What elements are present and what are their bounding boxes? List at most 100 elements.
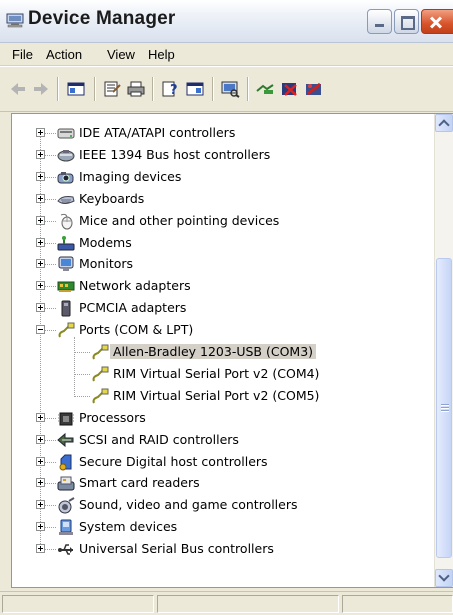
tree-category-row[interactable]: IDE ATA/ATAPI controllers bbox=[12, 122, 432, 144]
tree-connector-line bbox=[74, 395, 90, 397]
expand-button[interactable] bbox=[36, 215, 45, 225]
forward-icon[interactable] bbox=[31, 80, 51, 98]
menu-help[interactable]: Help bbox=[148, 47, 175, 62]
expand-button[interactable] bbox=[36, 237, 45, 247]
tree-category-row[interactable]: SCSI and RAID controllers bbox=[12, 429, 432, 451]
tree-child-row[interactable]: RIM Virtual Serial Port v2 (COM4) bbox=[12, 363, 432, 385]
expand-button[interactable] bbox=[36, 303, 45, 313]
network-card-icon bbox=[57, 281, 75, 293]
disable-icon[interactable] bbox=[304, 80, 324, 98]
expand-button[interactable] bbox=[36, 544, 45, 554]
device-tree[interactable]: IDE ATA/ATAPI controllers IEEE 1394 Bus h… bbox=[12, 114, 432, 587]
expand-button[interactable] bbox=[36, 478, 45, 488]
tree-category-row[interactable]: Network adapters bbox=[12, 275, 432, 297]
expand-button[interactable] bbox=[36, 500, 45, 510]
tree-item-label[interactable]: Universal Serial Bus controllers bbox=[79, 541, 274, 556]
port-connector-icon bbox=[92, 388, 109, 404]
tree-category-row[interactable]: PCMCIA adapters bbox=[12, 297, 432, 319]
toolbar-separator bbox=[212, 77, 213, 101]
toolbar-separator bbox=[152, 77, 153, 101]
menu-file[interactable]: File bbox=[12, 47, 33, 62]
tree-item-label[interactable]: Sound, video and game controllers bbox=[79, 497, 298, 512]
expand-button[interactable] bbox=[36, 456, 45, 466]
firewire-icon bbox=[57, 149, 75, 162]
processor-icon bbox=[58, 412, 74, 426]
show-hide-action-pane-icon[interactable] bbox=[185, 80, 205, 98]
tree-child-row[interactable]: RIM Virtual Serial Port v2 (COM5) bbox=[12, 385, 432, 407]
tree-category-row[interactable]: Smart card readers bbox=[12, 472, 432, 494]
expand-button[interactable] bbox=[36, 171, 45, 181]
menu-action[interactable]: Action bbox=[46, 47, 82, 62]
print-icon[interactable] bbox=[126, 80, 146, 98]
device-tree-pane[interactable]: IDE ATA/ATAPI controllers IEEE 1394 Bus h… bbox=[11, 113, 453, 588]
tree-category-row[interactable]: Sound, video and game controllers bbox=[12, 494, 432, 516]
scan-hardware-changes-icon[interactable] bbox=[220, 80, 240, 98]
expand-button[interactable] bbox=[36, 434, 45, 444]
tree-category-row[interactable]: Mice and other pointing devices bbox=[12, 210, 432, 232]
menu-bar: File Action View Help bbox=[0, 43, 453, 66]
tree-item-label[interactable]: Keyboards bbox=[79, 191, 144, 206]
tree-category-row[interactable]: Modems bbox=[12, 232, 432, 254]
toolbar: ? bbox=[0, 66, 453, 112]
status-cell bbox=[2, 595, 154, 613]
tree-item-label[interactable]: RIM Virtual Serial Port v2 (COM4) bbox=[113, 366, 319, 381]
tree-item-label[interactable]: Mice and other pointing devices bbox=[79, 213, 279, 228]
tree-category-row[interactable]: Processors bbox=[12, 407, 432, 429]
close-button[interactable] bbox=[421, 9, 453, 34]
tree-category-row[interactable]: System devices bbox=[12, 516, 432, 538]
tree-item-label[interactable]: Ports (COM & LPT) bbox=[79, 322, 193, 337]
expand-button[interactable] bbox=[36, 193, 45, 203]
scroll-thumb[interactable] bbox=[436, 258, 452, 558]
properties-icon[interactable] bbox=[102, 80, 122, 98]
tree-item-label[interactable]: Secure Digital host controllers bbox=[79, 454, 268, 469]
expand-button[interactable] bbox=[36, 522, 45, 532]
tree-category-row[interactable]: Imaging devices bbox=[12, 166, 432, 188]
tree-item-label[interactable]: Network adapters bbox=[79, 278, 191, 293]
back-icon[interactable] bbox=[8, 80, 28, 98]
tree-item-label[interactable]: IDE ATA/ATAPI controllers bbox=[79, 125, 235, 140]
tree-category-row[interactable]: Monitors bbox=[12, 253, 432, 275]
tree-category-row[interactable]: Universal Serial Bus controllers bbox=[12, 538, 432, 560]
tree-category-row[interactable]: Secure Digital host controllers bbox=[12, 451, 432, 473]
port-connector-icon bbox=[58, 322, 75, 338]
tree-item-label[interactable]: Imaging devices bbox=[79, 169, 181, 184]
expand-button[interactable] bbox=[36, 128, 45, 137]
tree-category-row[interactable]: Ports (COM & LPT) bbox=[12, 319, 432, 341]
help-icon[interactable]: ? bbox=[160, 80, 180, 98]
tree-category-row[interactable]: IEEE 1394 Bus host controllers bbox=[12, 144, 432, 166]
camera-icon bbox=[57, 171, 74, 184]
tree-item-label[interactable]: Modems bbox=[79, 235, 132, 250]
scroll-up-button[interactable] bbox=[435, 114, 453, 132]
vertical-scrollbar[interactable] bbox=[434, 114, 453, 587]
expand-button[interactable] bbox=[36, 281, 45, 291]
collapse-button[interactable] bbox=[36, 325, 45, 335]
expand-button[interactable] bbox=[36, 259, 45, 269]
tree-item-label[interactable]: Smart card readers bbox=[79, 475, 200, 490]
sound-icon bbox=[58, 497, 75, 514]
tree-item-label[interactable]: IEEE 1394 Bus host controllers bbox=[79, 147, 270, 162]
minimize-button[interactable] bbox=[367, 9, 392, 34]
tree-item-label[interactable]: Processors bbox=[79, 410, 146, 425]
title-bar[interactable]: Device Manager bbox=[0, 0, 453, 43]
tree-item-label[interactable]: Allen-Bradley 1203-USB (COM3) bbox=[110, 344, 317, 359]
tree-item-label[interactable]: PCMCIA adapters bbox=[79, 300, 186, 315]
update-driver-icon[interactable] bbox=[255, 80, 275, 98]
tree-item-label[interactable]: Monitors bbox=[79, 256, 133, 271]
show-hide-console-tree-icon[interactable] bbox=[66, 80, 86, 98]
uninstall-icon[interactable] bbox=[280, 80, 300, 98]
status-cell bbox=[342, 595, 453, 613]
menu-view[interactable]: View bbox=[107, 47, 135, 62]
scroll-down-button[interactable] bbox=[435, 569, 453, 587]
svg-text:?: ? bbox=[170, 83, 178, 98]
expand-button[interactable] bbox=[36, 412, 45, 422]
expand-button[interactable] bbox=[36, 149, 45, 159]
ide-controller-icon bbox=[57, 128, 75, 139]
maximize-button[interactable] bbox=[394, 9, 419, 34]
tree-category-row[interactable]: Keyboards bbox=[12, 188, 432, 210]
tree-item-label[interactable]: System devices bbox=[79, 519, 177, 534]
tree-item-label[interactable]: RIM Virtual Serial Port v2 (COM5) bbox=[113, 388, 319, 403]
modem-icon bbox=[57, 235, 75, 250]
keyboard-icon bbox=[57, 195, 75, 204]
tree-item-label[interactable]: SCSI and RAID controllers bbox=[79, 432, 239, 447]
tree-child-row[interactable]: Allen-Bradley 1203-USB (COM3) bbox=[12, 341, 432, 363]
